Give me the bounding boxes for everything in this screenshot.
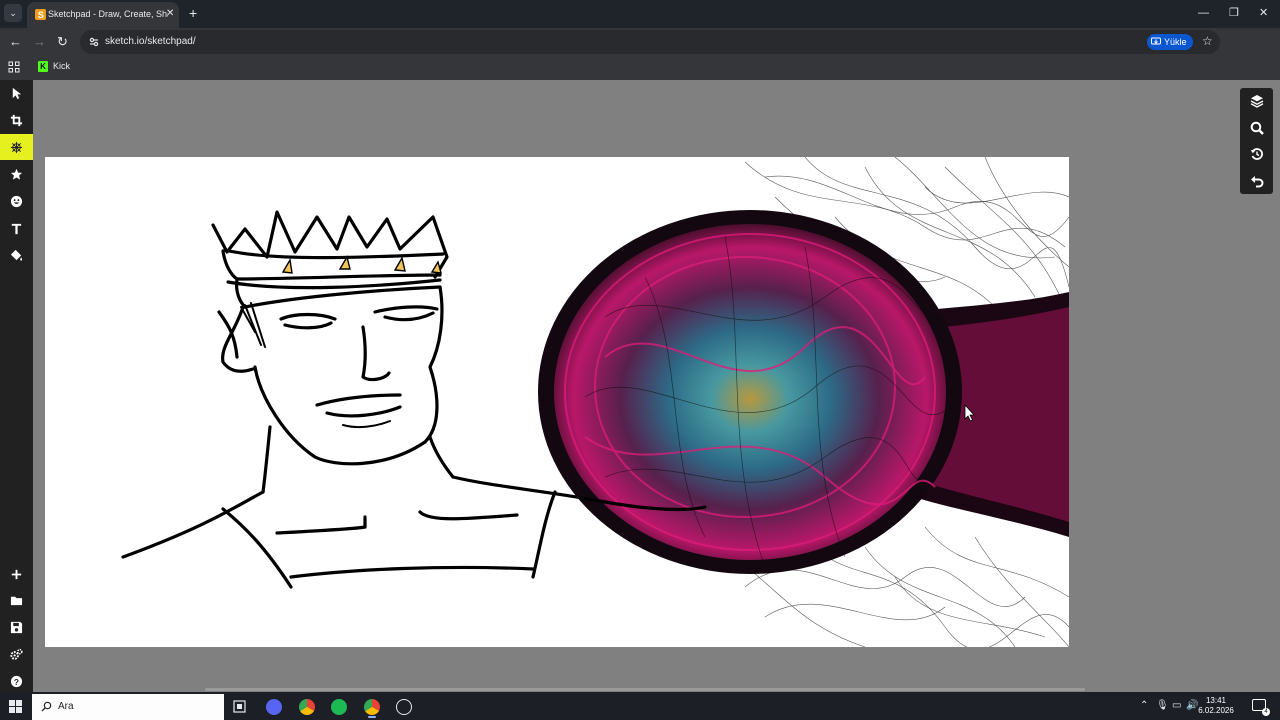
search-icon: [41, 701, 52, 712]
plus-icon: [11, 569, 22, 579]
help-button[interactable]: ?: [0, 668, 33, 694]
search-icon: [1250, 121, 1264, 135]
reload-icon[interactable]: ↻: [57, 35, 68, 49]
zoom-button[interactable]: [1240, 115, 1273, 141]
gears-icon: [10, 648, 23, 660]
browser-toolbar: ← → ↻ sketch.io/sketchpad/ Yükle ☆ A ⋮: [0, 28, 1280, 75]
right-panel: [1240, 88, 1273, 194]
discord-app-icon[interactable]: [266, 699, 282, 715]
clock-time: 13:41: [1205, 696, 1227, 705]
text-tool[interactable]: [0, 215, 33, 241]
help-icon: ?: [10, 675, 23, 687]
svg-text:?: ?: [14, 676, 19, 686]
select-tool[interactable]: [0, 80, 33, 106]
open-button[interactable]: [0, 587, 33, 613]
kick-icon: K: [38, 61, 48, 72]
tab-close-icon[interactable]: ✕: [166, 8, 174, 20]
save-icon: [10, 621, 23, 633]
active-app-indicator: [368, 716, 376, 718]
microphone-icon[interactable]: 🎙: [1156, 700, 1169, 712]
browser-tab[interactable]: S Sketchpad - Draw, Create, Share! ✕: [27, 2, 179, 28]
folder-icon: [10, 596, 23, 605]
restore-icon[interactable]: ❐: [1229, 6, 1239, 20]
crown-jewels: [281, 255, 442, 274]
fill-tool[interactable]: [0, 242, 33, 268]
tab-title: Sketchpad - Draw, Create, Share!: [48, 9, 168, 19]
tab-search-button[interactable]: ⌄: [4, 4, 22, 22]
task-view-icon[interactable]: [233, 700, 246, 713]
new-button[interactable]: [0, 561, 33, 587]
canvas-scrollbar[interactable]: [205, 688, 1085, 691]
back-icon[interactable]: ←: [9, 35, 22, 49]
volume-icon[interactable]: 🔊: [1186, 700, 1198, 712]
layers-icon: [1250, 95, 1263, 108]
paint-bucket-icon: [10, 249, 23, 261]
chrome-app-icon[interactable]: [299, 699, 315, 715]
window-close-icon[interactable]: ✕: [1259, 6, 1268, 20]
stamp-tool[interactable]: [0, 161, 33, 187]
search-placeholder: Ara: [58, 701, 74, 712]
windows-start-icon[interactable]: [9, 700, 22, 713]
history-icon: [1250, 148, 1263, 160]
bookmark-label: Kick: [53, 61, 71, 71]
text-icon: [11, 223, 22, 234]
undo-button[interactable]: [1240, 168, 1273, 194]
pointer-icon: [12, 87, 22, 99]
layers-button[interactable]: [1240, 88, 1273, 114]
notification-badge: 4: [1262, 708, 1270, 716]
svg-text:S: S: [38, 10, 44, 20]
emoji-tool[interactable]: [0, 188, 33, 214]
history-button[interactable]: [1240, 141, 1273, 167]
drawing-canvas[interactable]: [45, 157, 1069, 647]
bookmark-star-icon[interactable]: ☆: [1202, 34, 1213, 48]
tray-overflow-icon[interactable]: ⌃: [1140, 700, 1148, 712]
chrome-active-app-icon[interactable]: [364, 699, 380, 715]
browser-tab-bar: ⌄ S Sketchpad - Draw, Create, Share! ✕ +…: [0, 0, 1280, 28]
sketch-brush-icon: [10, 141, 23, 153]
left-toolbar: ?: [0, 80, 33, 692]
install-app-button[interactable]: Yükle: [1147, 34, 1193, 50]
install-icon: [1151, 37, 1161, 45]
drawing-artwork: [121, 157, 1069, 647]
taskbar-search[interactable]: Ara: [32, 694, 224, 720]
emoji-icon: [10, 195, 23, 207]
save-button[interactable]: [0, 614, 33, 640]
crop-icon: [10, 114, 23, 126]
site-info-icon[interactable]: [88, 36, 100, 48]
apps-grid-icon[interactable]: [8, 61, 20, 73]
settings-button[interactable]: [0, 641, 33, 667]
clock-date: 6.02.2026: [1198, 706, 1234, 715]
sketchpad-favicon-icon: S: [35, 9, 46, 20]
crop-tool[interactable]: [0, 107, 33, 133]
taskbar-clock[interactable]: 13:41 6.02.2026: [1198, 696, 1234, 716]
forward-icon[interactable]: →: [33, 35, 46, 49]
star-icon: [10, 168, 23, 180]
minimize-icon[interactable]: —: [1198, 6, 1209, 20]
install-label: Yükle: [1164, 37, 1187, 47]
new-tab-button[interactable]: +: [189, 6, 197, 20]
address-bar[interactable]: sketch.io/sketchpad/ Yükle ☆: [80, 30, 1220, 54]
url-text: sketch.io/sketchpad/: [105, 36, 196, 47]
spotify-app-icon[interactable]: [331, 699, 347, 715]
sketchy-brush-tool[interactable]: [0, 134, 33, 160]
undo-icon: [1250, 176, 1263, 188]
network-icon[interactable]: ▭: [1172, 700, 1181, 712]
obs-app-icon[interactable]: [396, 699, 412, 715]
bookmarks-bar: [0, 56, 1280, 80]
